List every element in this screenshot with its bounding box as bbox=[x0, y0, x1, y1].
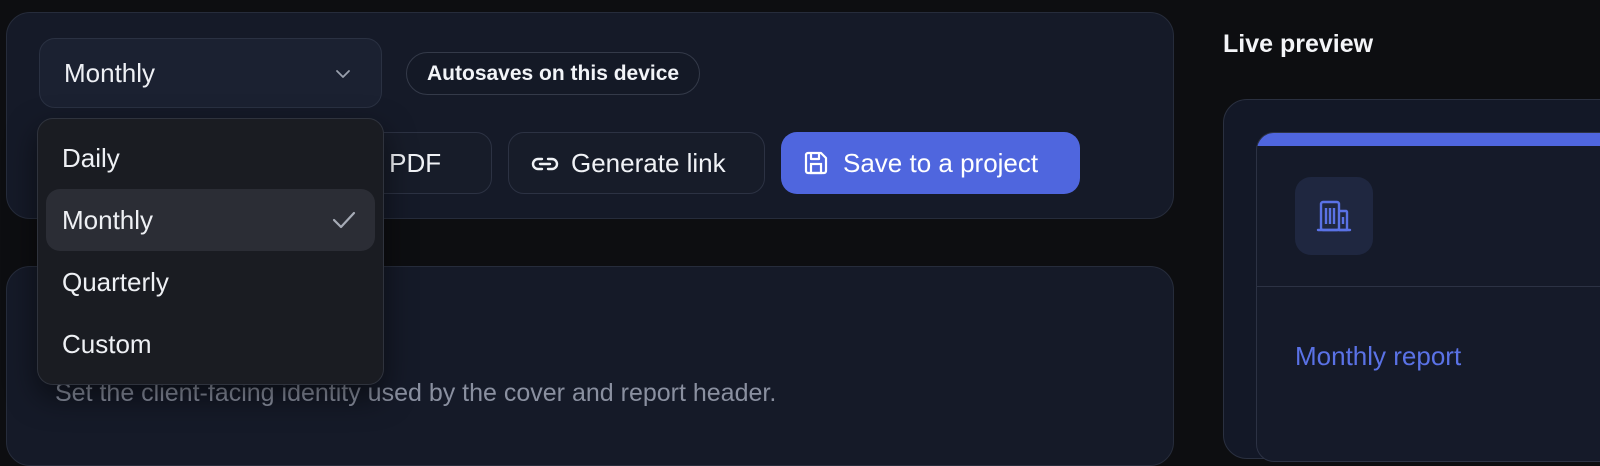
menu-option-label: Custom bbox=[62, 328, 152, 359]
preview-logo bbox=[1295, 177, 1373, 255]
generate-link-label: Generate link bbox=[571, 147, 726, 178]
save-to-project-label: Save to a project bbox=[843, 147, 1039, 178]
building-icon bbox=[1316, 200, 1352, 232]
period-dropdown-menu: Daily Monthly Quarterly Custom bbox=[37, 118, 384, 385]
preview-report-title: Monthly report bbox=[1295, 341, 1462, 371]
menu-option-label: Daily bbox=[62, 142, 120, 173]
autosave-badge: Autosaves on this device bbox=[406, 52, 701, 95]
menu-option-quarterly[interactable]: Quarterly bbox=[46, 251, 375, 313]
preview-report-card: Monthly report bbox=[1256, 132, 1600, 462]
menu-option-label: Quarterly bbox=[62, 266, 169, 297]
check-icon bbox=[332, 211, 356, 229]
preview-accent-bar bbox=[1257, 133, 1600, 146]
live-preview-heading: Live preview bbox=[1223, 30, 1374, 58]
link-icon bbox=[531, 157, 559, 171]
chevron-down-icon bbox=[336, 70, 350, 78]
menu-option-daily[interactable]: Daily bbox=[46, 127, 375, 189]
menu-option-custom[interactable]: Custom bbox=[46, 313, 375, 375]
period-select[interactable]: Monthly bbox=[39, 38, 382, 108]
save-icon bbox=[804, 151, 828, 175]
autosave-badge-label: Autosaves on this device bbox=[427, 61, 680, 85]
menu-option-label: Monthly bbox=[62, 204, 154, 235]
preview-divider bbox=[1257, 286, 1600, 287]
save-to-project-button[interactable]: Save to a project bbox=[781, 132, 1080, 194]
period-select-value: Monthly bbox=[64, 57, 156, 88]
generate-link-button[interactable]: Generate link bbox=[508, 132, 765, 194]
menu-option-monthly[interactable]: Monthly bbox=[46, 189, 375, 251]
